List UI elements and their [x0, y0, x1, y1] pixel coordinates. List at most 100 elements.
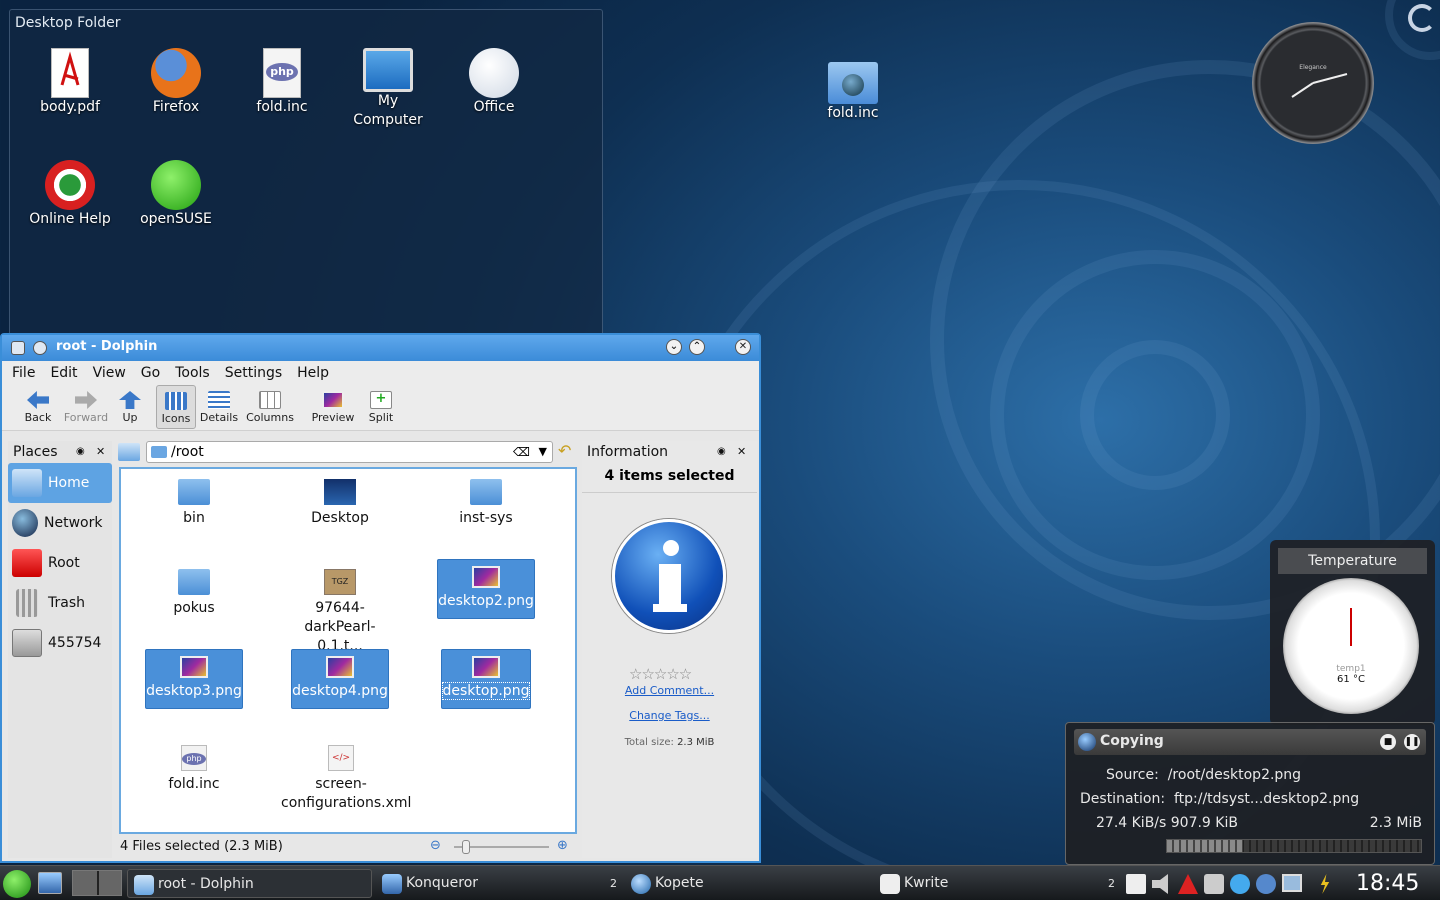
close-button[interactable]: ✕ — [735, 339, 751, 355]
task-kopete[interactable]: Kopete — [625, 869, 870, 898]
minimize-button[interactable]: ⌄ — [666, 339, 682, 355]
show-desktop-icon[interactable] — [38, 872, 62, 894]
desktop-icon-fold-inc[interactable]: php fold.inc — [232, 48, 332, 117]
clear-location-icon[interactable]: ⌫ — [513, 442, 530, 462]
info-close-icon[interactable]: ✕ — [737, 441, 746, 463]
places-trash[interactable]: Trash — [8, 583, 112, 623]
menu-settings[interactable]: Settings — [225, 365, 282, 381]
warning-icon[interactable] — [1178, 874, 1198, 894]
split-button[interactable]: + Split — [358, 385, 404, 429]
window-titlebar[interactable]: root - Dolphin ⌄ ⌃ ✕ — [2, 335, 759, 361]
location-dropdown-icon[interactable]: ▼ — [539, 442, 547, 462]
columns-view-icon — [259, 391, 281, 409]
volume-icon[interactable] — [1152, 874, 1168, 894]
desktop-icon-body-pdf[interactable]: body.pdf — [20, 48, 120, 117]
task-kwrite-label: Kwrite — [904, 875, 949, 891]
display-icon[interactable] — [1282, 874, 1302, 892]
undo-location-icon[interactable]: ↶ — [558, 441, 571, 460]
info-selection-count: 4 items selected — [582, 468, 757, 493]
panel-close-icon[interactable]: ✕ — [96, 441, 105, 463]
file-item-selected[interactable]: desktop4.png — [291, 649, 389, 709]
back-button[interactable]: Back — [14, 385, 62, 429]
clipboard-icon[interactable] — [1126, 874, 1146, 894]
analog-clock-widget: Elegance — [1252, 22, 1374, 144]
zoom-out-icon[interactable]: ⊖ — [430, 838, 441, 853]
file-item[interactable]: php fold.inc — [145, 739, 243, 794]
dolphin-task-icon — [134, 875, 154, 895]
places-drive-label: 455754 — [48, 635, 102, 651]
file-item[interactable]: pokus — [145, 563, 243, 618]
network-icon[interactable] — [1204, 874, 1224, 894]
places-network[interactable]: Network — [8, 503, 112, 543]
menu-view[interactable]: View — [93, 365, 126, 381]
kickoff-menu-icon[interactable] — [3, 870, 31, 898]
power-icon[interactable] — [1320, 874, 1330, 894]
task-kwrite[interactable]: Kwrite 2 — [874, 869, 1119, 898]
stop-button[interactable]: ■ — [1380, 734, 1396, 750]
file-item-selected[interactable]: desktop2.png — [437, 559, 535, 619]
icons-view-button[interactable]: Icons — [156, 385, 196, 429]
maximize-button[interactable]: ⌃ — [689, 339, 705, 355]
rating-stars[interactable]: ☆☆☆☆☆ — [629, 665, 692, 683]
copy-icon — [1078, 733, 1096, 751]
task-dolphin-label: root - Dolphin — [158, 876, 254, 892]
image-icon — [326, 656, 354, 678]
places-root-label: Root — [48, 555, 80, 571]
file-name: inst-sys — [459, 510, 513, 526]
home-nav-button[interactable] — [118, 443, 140, 461]
file-item[interactable]: Desktop — [291, 473, 389, 528]
updater-icon[interactable] — [1230, 874, 1250, 894]
location-input[interactable]: /root ⌫ ▼ — [146, 441, 553, 463]
preview-button[interactable]: Preview — [308, 385, 358, 429]
menu-go[interactable]: Go — [141, 365, 160, 381]
task-konqueror[interactable]: Konqueror 2 — [376, 869, 621, 898]
forward-button[interactable]: Forward — [62, 385, 110, 429]
desktop-icon-firefox[interactable]: Firefox — [126, 48, 226, 117]
places-home[interactable]: Home — [8, 463, 112, 503]
details-view-button[interactable]: Details — [196, 385, 242, 429]
up-button[interactable]: Up — [110, 385, 150, 429]
info-config-icon[interactable]: ◉ — [717, 441, 726, 463]
file-item[interactable]: </> screen- configurations.xml — [281, 739, 411, 813]
zoom-in-icon[interactable]: ⊕ — [557, 838, 568, 853]
pager-icon[interactable] — [72, 870, 122, 896]
file-item[interactable]: bin — [145, 473, 243, 528]
desktop-icon-opensuse[interactable]: openSUSE — [126, 160, 226, 229]
panel-config-icon[interactable]: ◉ — [76, 441, 85, 463]
split-label: Split — [368, 411, 394, 424]
file-item[interactable]: inst-sys — [437, 473, 535, 528]
desktop-icon-office[interactable]: Office — [444, 48, 544, 117]
file-item-selected[interactable]: desktop3.png — [145, 649, 243, 709]
status-bar-text: 4 Files selected (2.3 MiB) — [120, 839, 283, 854]
menu-edit[interactable]: Edit — [50, 365, 77, 381]
task-dolphin[interactable]: root - Dolphin — [127, 869, 372, 898]
change-tags-link[interactable]: Change Tags... — [582, 709, 757, 722]
location-text: /root — [171, 444, 204, 460]
clock-time[interactable]: 18:45 — [1356, 871, 1419, 896]
file-item[interactable]: TGZ 97644- darkPearl-0.1.t... — [291, 563, 389, 656]
places-drive[interactable]: 455754 — [8, 623, 112, 663]
home-icon — [12, 469, 42, 497]
desktop-icon-my-computer[interactable]: My Computer — [338, 48, 438, 130]
cashew-icon[interactable] — [1408, 4, 1436, 32]
pause-button[interactable]: ❚❚ — [1404, 734, 1420, 750]
xml-file-icon: </> — [328, 745, 354, 771]
columns-view-button[interactable]: Columns — [242, 385, 298, 429]
sticky-icon[interactable] — [33, 341, 47, 355]
menu-file[interactable]: File — [12, 365, 35, 381]
places-root[interactable]: Root — [8, 543, 112, 583]
zoom-slider[interactable] — [454, 840, 549, 854]
red-folder-icon — [12, 549, 42, 577]
menu-tools[interactable]: Tools — [175, 365, 210, 381]
desktop-icon-online-help[interactable]: Online Help — [20, 160, 120, 229]
places-title: Places — [13, 444, 58, 460]
total-size-value: 2.3 MiB — [677, 737, 715, 748]
window-menu-icon[interactable] — [11, 341, 25, 355]
menu-help[interactable]: Help — [297, 365, 329, 381]
file-item-selected[interactable]: desktop.png — [441, 649, 531, 709]
places-panel: Places ◉ ✕ Home Network Root Trash 455754 — [8, 441, 112, 858]
desktop-icon-fold-inc-2[interactable]: fold.inc — [803, 62, 903, 123]
browser-icon[interactable] — [1256, 874, 1276, 894]
image-icon — [472, 566, 500, 588]
add-comment-link[interactable]: Add Comment... — [582, 684, 757, 697]
